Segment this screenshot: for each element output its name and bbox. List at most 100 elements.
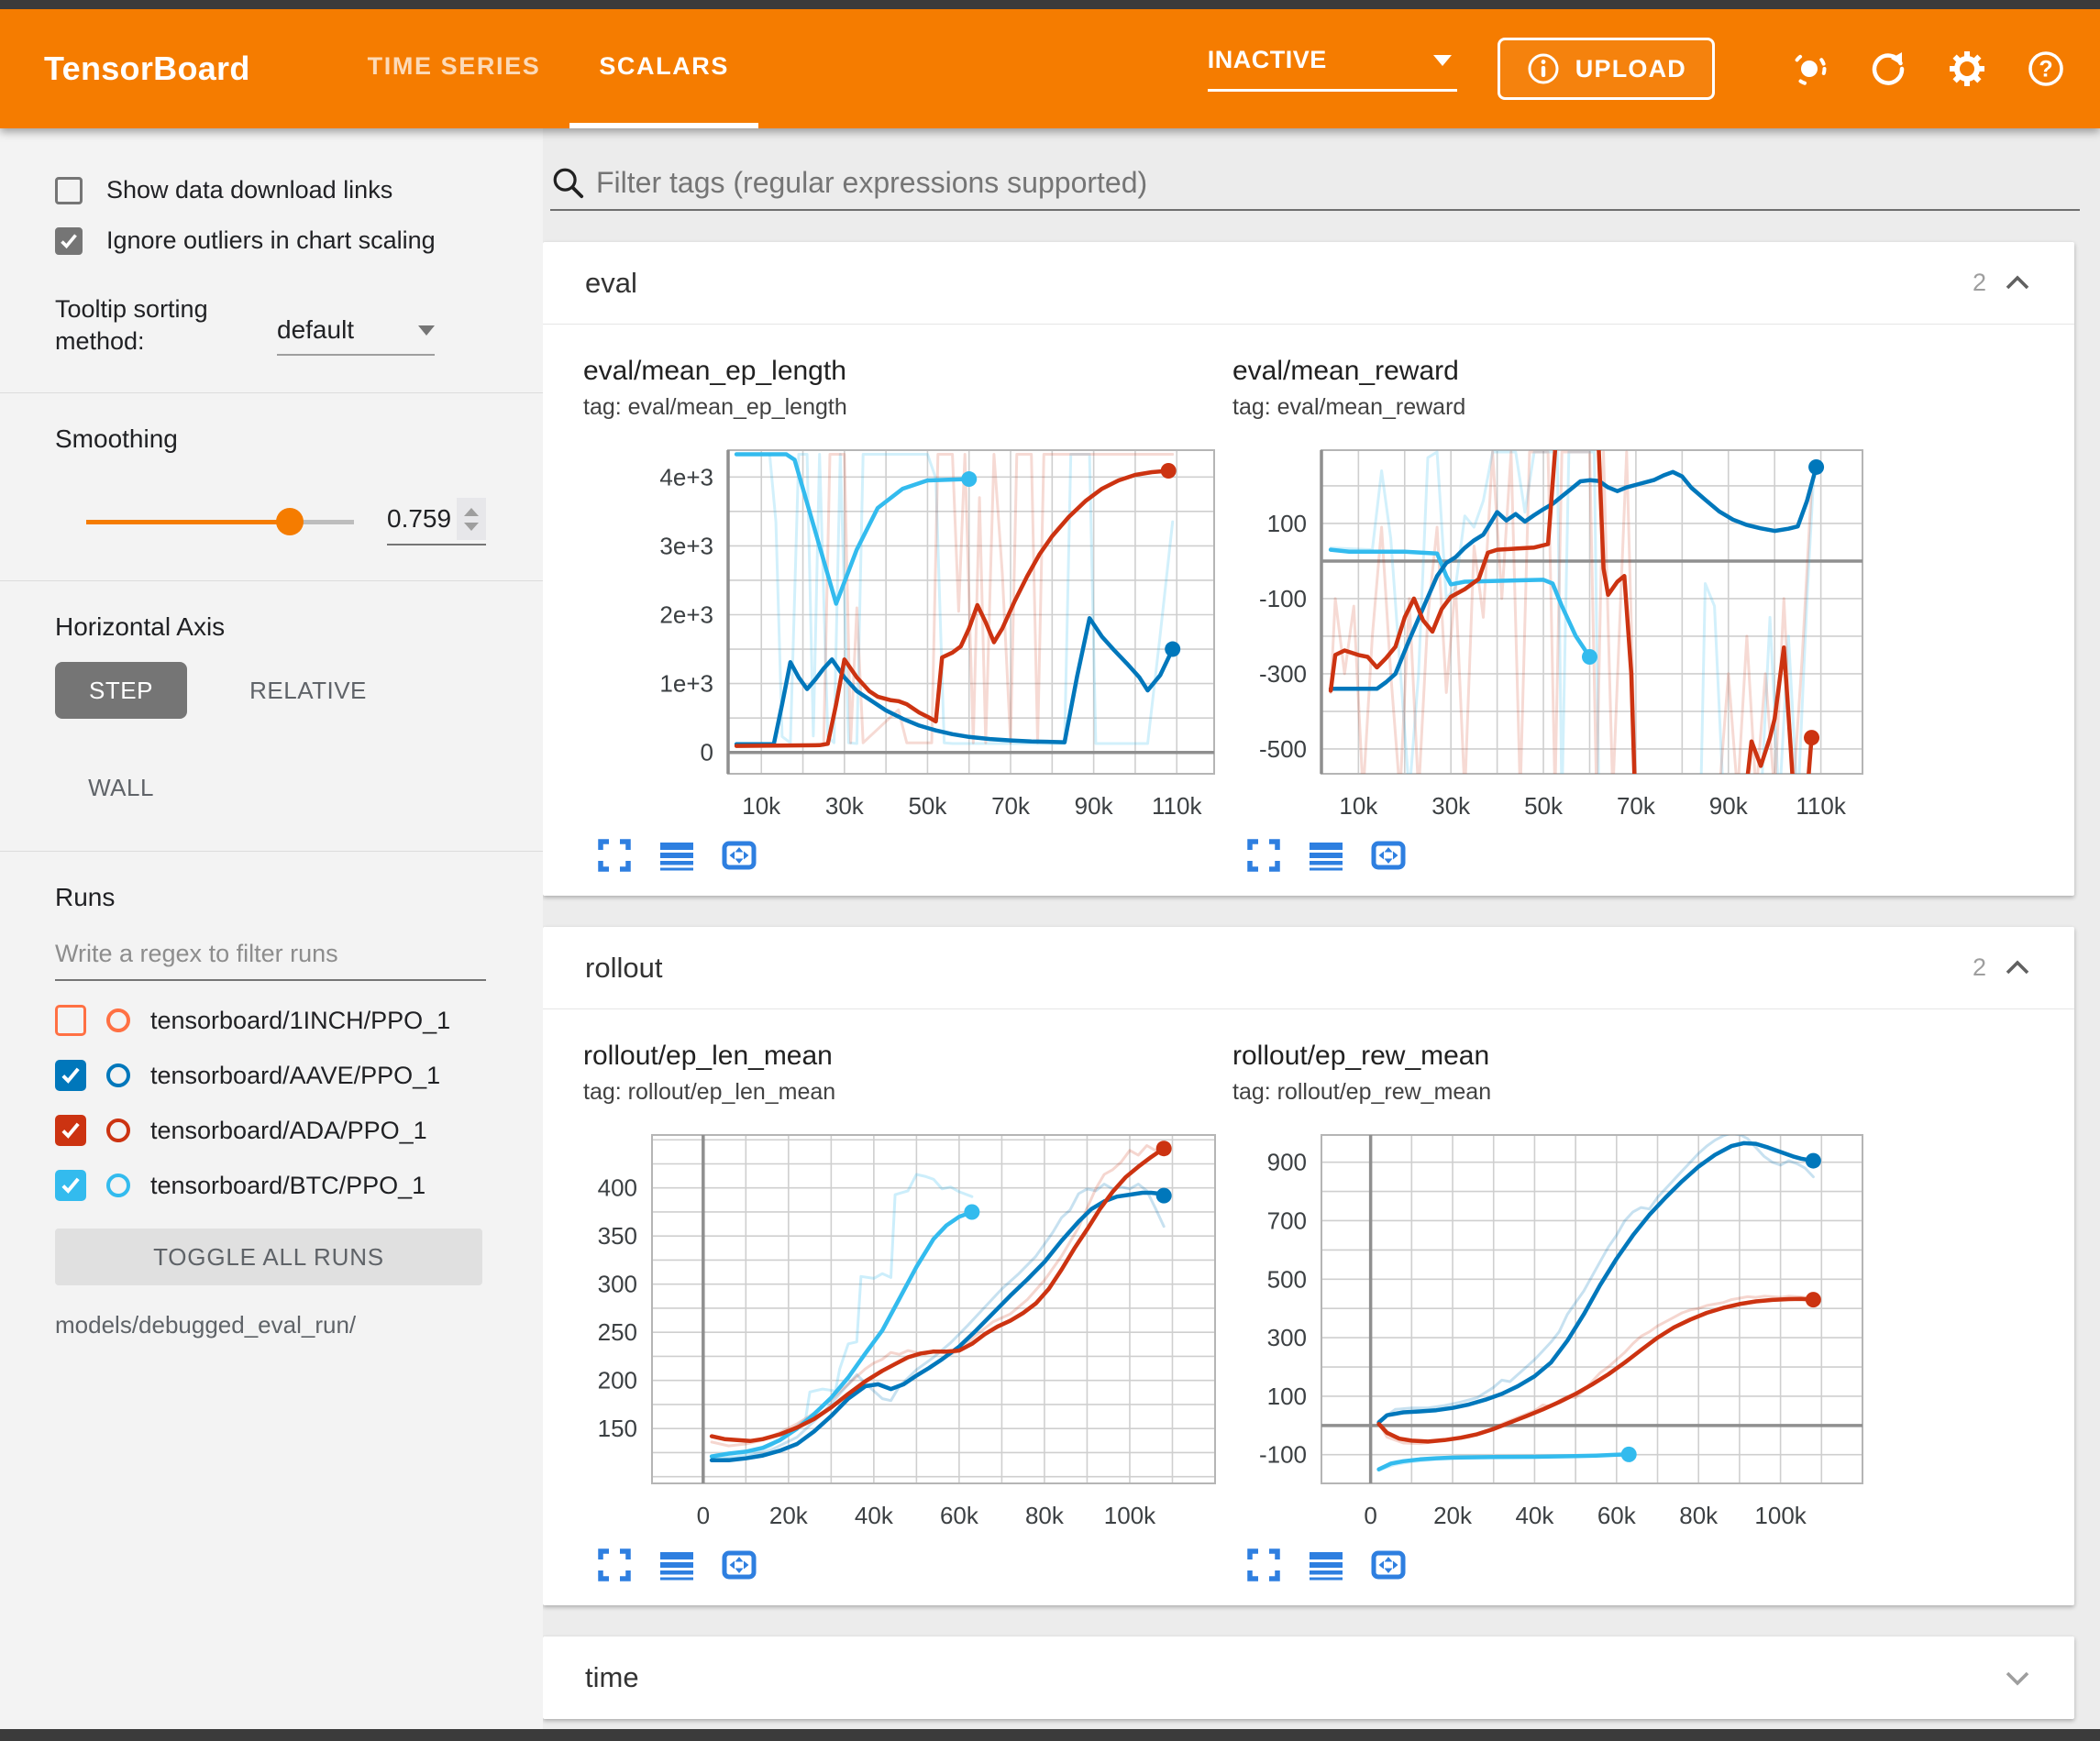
expand-icon[interactable] bbox=[596, 837, 633, 874]
show-download-links-row[interactable]: Show data download links bbox=[55, 176, 530, 204]
app-title: TensorBoard bbox=[44, 50, 250, 88]
section-header-time[interactable]: time bbox=[543, 1636, 2074, 1719]
stepper-up-icon[interactable] bbox=[464, 508, 479, 516]
chart-title: eval/mean_ep_length bbox=[583, 356, 1232, 387]
scalar-chart-rollout-ep-rew-mean[interactable]: rollout/ep_rew_mean tag: rollout/ep_rew_… bbox=[1232, 1041, 1882, 1583]
ignore-outliers-row[interactable]: Ignore outliers in chart scaling bbox=[55, 226, 530, 255]
run-row-1inch[interactable]: tensorboard/1INCH/PPO_1 bbox=[55, 1005, 530, 1036]
section-title: eval bbox=[585, 267, 637, 300]
expand-icon[interactable] bbox=[1245, 837, 1282, 874]
help-icon[interactable]: ? bbox=[2025, 48, 2067, 90]
tooltip-sorting-label: Tooltip sorting method: bbox=[55, 293, 244, 358]
section-card-time: time bbox=[543, 1636, 2074, 1719]
status-value: INACTIVE bbox=[1208, 46, 1327, 74]
run-row-ada[interactable]: tensorboard/ADA/PPO_1 bbox=[55, 1115, 530, 1146]
check-icon bbox=[60, 1119, 82, 1141]
chevron-down-icon bbox=[418, 325, 435, 336]
info-icon bbox=[1526, 51, 1561, 86]
settings-sidebar: Show data download links Ignore outliers… bbox=[0, 128, 543, 1729]
run-label: tensorboard/1INCH/PPO_1 bbox=[150, 1007, 450, 1035]
dashboard-main: Filter tags (regular expressions support… bbox=[543, 128, 2100, 1729]
chevron-up-icon[interactable] bbox=[2003, 956, 2032, 980]
status-dropdown[interactable]: INACTIVE bbox=[1208, 46, 1457, 92]
chevron-up-icon[interactable] bbox=[2003, 271, 2032, 295]
run-color-circle bbox=[106, 1174, 130, 1197]
chart-plot[interactable]: 10k30k50k70k90k110k01e+32e+33e+34e+3 bbox=[583, 443, 1232, 830]
chart-toolbar bbox=[583, 1547, 1232, 1583]
haxis-wall-button[interactable]: WALL bbox=[55, 759, 187, 816]
slider-thumb[interactable] bbox=[276, 508, 304, 535]
haxis-step-button[interactable]: STEP bbox=[55, 662, 187, 719]
refresh-icon[interactable] bbox=[1867, 48, 1909, 90]
tooltip-sorting-value: default bbox=[277, 315, 354, 345]
svg-text:0: 0 bbox=[701, 739, 713, 766]
smoothing-value-input[interactable]: 0.759 bbox=[387, 498, 486, 545]
haxis-relative-button[interactable]: RELATIVE bbox=[216, 662, 400, 719]
log-scale-icon[interactable] bbox=[658, 837, 695, 874]
fit-domain-icon[interactable] bbox=[1370, 837, 1407, 874]
chevron-down-icon[interactable] bbox=[2003, 1666, 2032, 1690]
svg-text:40k: 40k bbox=[855, 1502, 894, 1529]
show-download-links-checkbox[interactable] bbox=[55, 177, 83, 204]
svg-text:400: 400 bbox=[598, 1174, 637, 1202]
chart-plot[interactable]: 10k30k50k70k90k110k100-100-300-500 bbox=[1232, 443, 1882, 830]
run-checkbox[interactable] bbox=[55, 1170, 86, 1201]
svg-text:50k: 50k bbox=[1524, 792, 1564, 820]
svg-text:200: 200 bbox=[598, 1367, 637, 1394]
section-header-eval[interactable]: eval 2 bbox=[543, 242, 2074, 325]
smoothing-stepper[interactable] bbox=[457, 498, 486, 540]
log-scale-icon[interactable] bbox=[1308, 837, 1344, 874]
tab-time-series[interactable]: TIME SERIES bbox=[338, 9, 570, 128]
tooltip-sorting-dropdown[interactable]: default bbox=[277, 315, 435, 356]
section-count-badge: 2 bbox=[1973, 953, 1986, 982]
ignore-outliers-checkbox[interactable] bbox=[55, 227, 83, 255]
svg-text:150: 150 bbox=[598, 1415, 637, 1442]
run-checkbox[interactable] bbox=[55, 1060, 86, 1091]
fit-domain-icon[interactable] bbox=[1370, 1547, 1407, 1583]
runs-filter-input[interactable]: Write a regex to filter runs bbox=[55, 940, 486, 981]
check-icon bbox=[60, 1174, 82, 1196]
scalar-chart-rollout-ep-len-mean[interactable]: rollout/ep_len_mean tag: rollout/ep_len_… bbox=[583, 1041, 1232, 1583]
svg-text:3e+3: 3e+3 bbox=[659, 532, 713, 559]
fit-domain-icon[interactable] bbox=[721, 1547, 757, 1583]
chart-plot[interactable]: 020k40k60k80k100k150200250300350400 bbox=[583, 1128, 1232, 1539]
settings-icon[interactable] bbox=[1946, 48, 1988, 90]
run-row-aave[interactable]: tensorboard/AAVE/PPO_1 bbox=[55, 1060, 530, 1091]
chart-tag: tag: rollout/ep_len_mean bbox=[583, 1079, 1232, 1106]
svg-text:100: 100 bbox=[1267, 510, 1307, 537]
svg-text:70k: 70k bbox=[991, 792, 1031, 820]
tab-bar: TIME SERIES SCALARS bbox=[338, 9, 758, 128]
check-icon bbox=[60, 1064, 82, 1086]
run-checkbox[interactable] bbox=[55, 1115, 86, 1146]
chart-toolbar bbox=[1232, 837, 1882, 874]
stepper-down-icon[interactable] bbox=[464, 523, 479, 531]
brightness-icon[interactable] bbox=[1788, 48, 1830, 90]
tab-scalars[interactable]: SCALARS bbox=[569, 9, 758, 128]
log-scale-icon[interactable] bbox=[1308, 1547, 1344, 1583]
smoothing-slider[interactable] bbox=[86, 508, 354, 535]
run-color-circle bbox=[106, 1118, 130, 1142]
filter-tags-input[interactable]: Filter tags (regular expressions support… bbox=[550, 165, 2080, 211]
run-row-btc[interactable]: tensorboard/BTC/PPO_1 bbox=[55, 1170, 530, 1201]
log-scale-icon[interactable] bbox=[658, 1547, 695, 1583]
header-actions: INACTIVE UPLOAD bbox=[1208, 38, 2067, 100]
chart-plot[interactable]: 020k40k60k80k100k-100100300500700900 bbox=[1232, 1128, 1882, 1539]
section-title: time bbox=[585, 1661, 639, 1694]
run-checkbox[interactable] bbox=[55, 1005, 86, 1036]
section-title: rollout bbox=[585, 952, 662, 985]
app-header: TensorBoard TIME SERIES SCALARS INACTIVE… bbox=[0, 9, 2100, 128]
svg-text:110k: 110k bbox=[1152, 792, 1202, 820]
expand-icon[interactable] bbox=[596, 1547, 633, 1583]
toggle-all-runs-button[interactable]: TOGGLE ALL RUNS bbox=[55, 1229, 482, 1285]
chart-tag: tag: rollout/ep_rew_mean bbox=[1232, 1079, 1882, 1106]
svg-text:-500: -500 bbox=[1259, 735, 1307, 763]
fit-domain-icon[interactable] bbox=[721, 837, 757, 874]
section-count-badge: 2 bbox=[1973, 269, 1986, 297]
scalar-chart-eval-mean-ep-length[interactable]: eval/mean_ep_length tag: eval/mean_ep_le… bbox=[583, 356, 1232, 874]
svg-text:90k: 90k bbox=[1709, 792, 1749, 820]
section-header-rollout[interactable]: rollout 2 bbox=[543, 927, 2074, 1009]
svg-text:-100: -100 bbox=[1259, 1441, 1307, 1469]
scalar-chart-eval-mean-reward[interactable]: eval/mean_reward tag: eval/mean_reward 1… bbox=[1232, 356, 1882, 874]
expand-icon[interactable] bbox=[1245, 1547, 1282, 1583]
upload-button[interactable]: UPLOAD bbox=[1498, 38, 1715, 100]
